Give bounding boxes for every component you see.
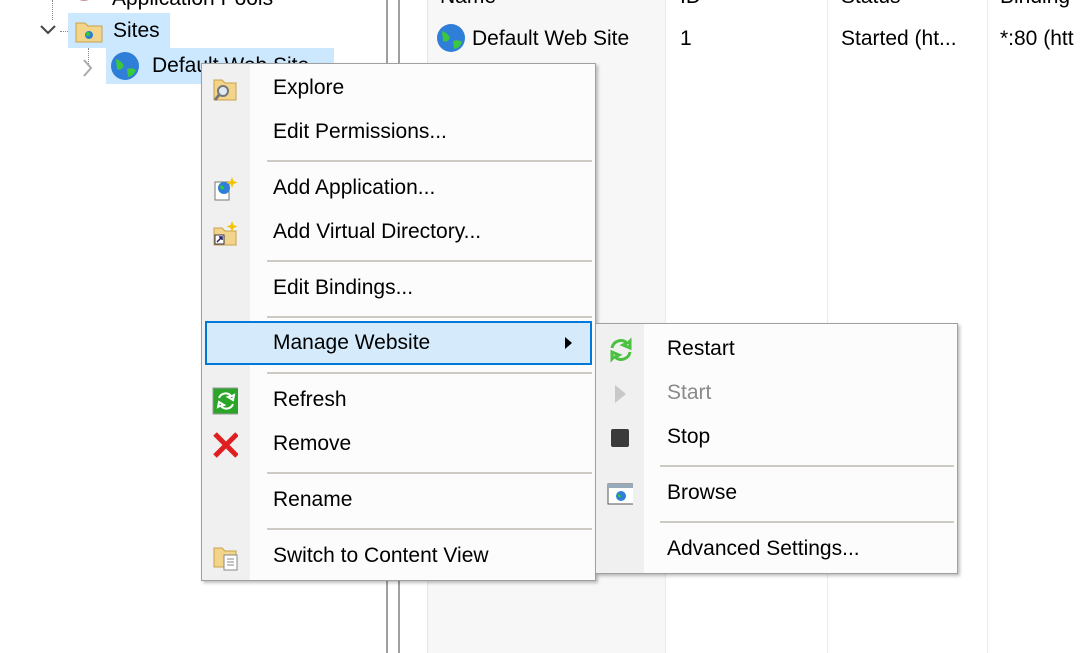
menu-separator: [267, 260, 592, 262]
column-separator: [987, 0, 988, 653]
column-header-binding[interactable]: Binding: [1000, 0, 1070, 10]
menu-item-explore[interactable]: Explore: [205, 66, 592, 110]
menu-separator: [660, 465, 954, 467]
menu-item-label: Edit Bindings...: [273, 276, 414, 299]
menu-item-label: Manage Website: [273, 331, 431, 354]
menu-item-switch-to-content-view[interactable]: Switch to Content View: [205, 534, 592, 578]
globe-icon: [110, 51, 140, 81]
menu-item-label: Edit Permissions...: [273, 120, 447, 143]
add-virtual-directory-icon: [212, 220, 238, 246]
sites-folder-icon: [74, 17, 104, 45]
cell-status: Started (ht...: [841, 27, 957, 50]
menu-item-rename[interactable]: Rename: [205, 478, 592, 522]
menu-item-label: Start: [667, 381, 712, 404]
tree-item-application-pools[interactable]: Application Pools: [112, 0, 273, 12]
menu-separator: [267, 472, 592, 474]
menu-item-edit-permissions[interactable]: Edit Permissions...: [205, 110, 592, 154]
menu-item-remove[interactable]: Remove: [205, 422, 592, 466]
submenu-item-advanced-settings[interactable]: Advanced Settings...: [599, 527, 954, 571]
remove-x-icon: [212, 432, 238, 458]
cell-binding: *:80 (htt: [1000, 27, 1074, 50]
tree-item-label: Sites: [113, 19, 160, 42]
submenu-item-stop[interactable]: Stop: [599, 415, 954, 459]
add-application-icon: [212, 176, 238, 202]
expand-sites-chevron-icon[interactable]: [38, 18, 58, 42]
submenu-item-restart[interactable]: Restart: [599, 327, 954, 371]
menu-item-label: Add Virtual Directory...: [273, 220, 482, 243]
menu-item-add-virtual-directory[interactable]: Add Virtual Directory...: [205, 210, 592, 254]
menu-item-label: Rename: [273, 488, 353, 511]
menu-item-manage-website[interactable]: Manage Website: [205, 321, 592, 365]
cell-name: Default Web Site: [472, 27, 630, 50]
globe-icon: [436, 23, 466, 53]
tree-item-sites[interactable]: Sites: [68, 13, 170, 48]
column-header-id[interactable]: ID: [680, 0, 701, 10]
stop-icon: [607, 425, 633, 451]
manage-website-submenu: Restart Start Stop Browse Advanced Setti…: [595, 323, 958, 574]
folder-search-icon: [212, 76, 238, 102]
column-header-status[interactable]: Status: [841, 0, 901, 10]
application-pools-icon: [72, 0, 96, 6]
menu-item-label: Stop: [667, 425, 711, 448]
tree-line: [60, 31, 68, 32]
menu-item-label: Refresh: [273, 388, 347, 411]
menu-item-label: Explore: [273, 76, 345, 99]
menu-separator: [267, 316, 592, 318]
refresh-icon: [212, 387, 238, 415]
browse-icon: [607, 481, 633, 507]
menu-separator: [267, 160, 592, 162]
menu-item-label: Remove: [273, 432, 352, 455]
menu-separator: [267, 372, 592, 374]
menu-item-label: Switch to Content View: [273, 544, 489, 567]
submenu-arrow-icon: [565, 337, 572, 349]
menu-separator: [660, 521, 954, 523]
menu-item-label: Add Application...: [273, 176, 436, 199]
column-header-name[interactable]: Name: [440, 0, 496, 10]
cell-id: 1: [680, 27, 692, 50]
submenu-item-browse[interactable]: Browse: [599, 471, 954, 515]
menu-item-edit-bindings[interactable]: Edit Bindings...: [205, 266, 592, 310]
menu-separator: [267, 528, 592, 530]
submenu-item-start[interactable]: Start: [599, 371, 954, 415]
menu-item-label: Browse: [667, 481, 738, 504]
play-icon: [607, 381, 633, 407]
expand-default-site-chevron-icon[interactable]: [78, 56, 98, 80]
tree-line: [52, 0, 53, 20]
menu-item-refresh[interactable]: Refresh: [205, 378, 592, 422]
restart-icon: [607, 337, 633, 363]
context-menu: Explore Edit Permissions... Add Applicat…: [201, 63, 596, 581]
menu-item-label: Advanced Settings...: [667, 537, 860, 560]
menu-item-label: Restart: [667, 337, 735, 360]
content-view-icon: [212, 544, 238, 571]
menu-item-add-application[interactable]: Add Application...: [205, 166, 592, 210]
